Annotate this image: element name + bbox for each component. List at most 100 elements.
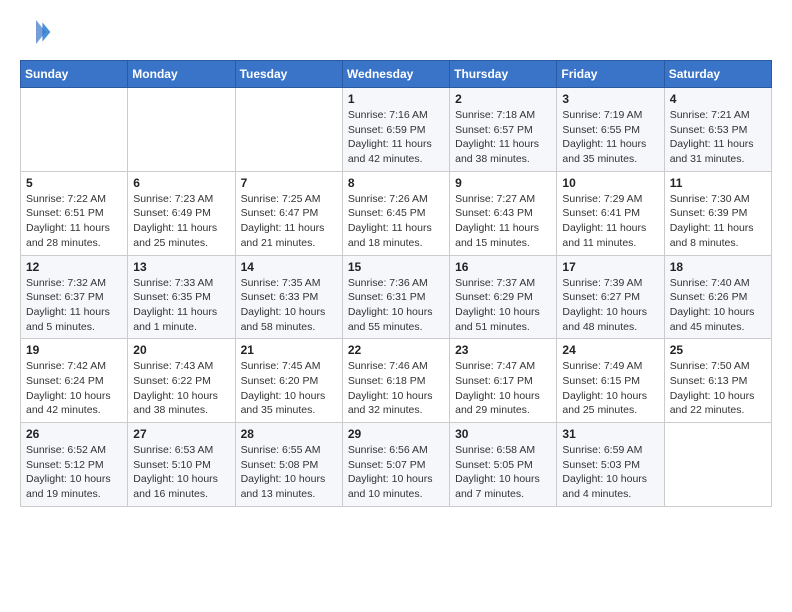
day-info: Sunrise: 6:56 AMSunset: 5:07 PMDaylight:… xyxy=(348,443,444,502)
calendar-week-5: 26 Sunrise: 6:52 AMSunset: 5:12 PMDayligh… xyxy=(21,423,772,507)
day-number: 26 xyxy=(26,427,122,441)
calendar-cell xyxy=(235,88,342,172)
day-info: Sunrise: 7:45 AMSunset: 6:20 PMDaylight:… xyxy=(241,359,337,418)
calendar-cell: 11 Sunrise: 7:30 AMSunset: 6:39 PMDayligh… xyxy=(664,171,771,255)
calendar-cell: 18 Sunrise: 7:40 AMSunset: 6:26 PMDayligh… xyxy=(664,255,771,339)
calendar: SundayMondayTuesdayWednesdayThursdayFrid… xyxy=(20,60,772,507)
day-number: 4 xyxy=(670,92,766,106)
day-number: 19 xyxy=(26,343,122,357)
calendar-cell: 4 Sunrise: 7:21 AMSunset: 6:53 PMDaylight… xyxy=(664,88,771,172)
day-number: 23 xyxy=(455,343,551,357)
day-info: Sunrise: 7:25 AMSunset: 6:47 PMDaylight:… xyxy=(241,192,337,251)
page: SundayMondayTuesdayWednesdayThursdayFrid… xyxy=(0,0,792,612)
day-info: Sunrise: 7:21 AMSunset: 6:53 PMDaylight:… xyxy=(670,108,766,167)
col-header-tuesday: Tuesday xyxy=(235,61,342,88)
calendar-week-1: 1 Sunrise: 7:16 AMSunset: 6:59 PMDaylight… xyxy=(21,88,772,172)
calendar-cell: 21 Sunrise: 7:45 AMSunset: 6:20 PMDayligh… xyxy=(235,339,342,423)
day-info: Sunrise: 6:59 AMSunset: 5:03 PMDaylight:… xyxy=(562,443,658,502)
calendar-cell: 8 Sunrise: 7:26 AMSunset: 6:45 PMDaylight… xyxy=(342,171,449,255)
day-number: 21 xyxy=(241,343,337,357)
day-number: 17 xyxy=(562,260,658,274)
day-number: 7 xyxy=(241,176,337,190)
calendar-cell: 28 Sunrise: 6:55 AMSunset: 5:08 PMDayligh… xyxy=(235,423,342,507)
day-info: Sunrise: 6:53 AMSunset: 5:10 PMDaylight:… xyxy=(133,443,229,502)
col-header-monday: Monday xyxy=(128,61,235,88)
logo xyxy=(20,16,54,48)
day-number: 25 xyxy=(670,343,766,357)
col-header-friday: Friday xyxy=(557,61,664,88)
col-header-sunday: Sunday xyxy=(21,61,128,88)
calendar-cell: 26 Sunrise: 6:52 AMSunset: 5:12 PMDayligh… xyxy=(21,423,128,507)
calendar-cell xyxy=(21,88,128,172)
day-number: 1 xyxy=(348,92,444,106)
day-info: Sunrise: 7:49 AMSunset: 6:15 PMDaylight:… xyxy=(562,359,658,418)
day-number: 9 xyxy=(455,176,551,190)
calendar-cell: 12 Sunrise: 7:32 AMSunset: 6:37 PMDayligh… xyxy=(21,255,128,339)
day-number: 28 xyxy=(241,427,337,441)
calendar-cell: 2 Sunrise: 7:18 AMSunset: 6:57 PMDaylight… xyxy=(450,88,557,172)
calendar-cell: 19 Sunrise: 7:42 AMSunset: 6:24 PMDayligh… xyxy=(21,339,128,423)
day-info: Sunrise: 7:36 AMSunset: 6:31 PMDaylight:… xyxy=(348,276,444,335)
calendar-header-row: SundayMondayTuesdayWednesdayThursdayFrid… xyxy=(21,61,772,88)
calendar-week-2: 5 Sunrise: 7:22 AMSunset: 6:51 PMDaylight… xyxy=(21,171,772,255)
day-number: 2 xyxy=(455,92,551,106)
day-number: 10 xyxy=(562,176,658,190)
day-info: Sunrise: 7:50 AMSunset: 6:13 PMDaylight:… xyxy=(670,359,766,418)
calendar-week-3: 12 Sunrise: 7:32 AMSunset: 6:37 PMDayligh… xyxy=(21,255,772,339)
calendar-cell: 22 Sunrise: 7:46 AMSunset: 6:18 PMDayligh… xyxy=(342,339,449,423)
day-number: 27 xyxy=(133,427,229,441)
day-info: Sunrise: 7:43 AMSunset: 6:22 PMDaylight:… xyxy=(133,359,229,418)
day-number: 3 xyxy=(562,92,658,106)
day-number: 20 xyxy=(133,343,229,357)
calendar-cell: 17 Sunrise: 7:39 AMSunset: 6:27 PMDayligh… xyxy=(557,255,664,339)
calendar-cell: 3Sunrise: 7:19 AMSunset: 6:55 PMDaylight… xyxy=(557,88,664,172)
day-number: 22 xyxy=(348,343,444,357)
day-info: Sunrise: 7:18 AMSunset: 6:57 PMDaylight:… xyxy=(455,108,551,167)
day-info: Sunrise: 7:46 AMSunset: 6:18 PMDaylight:… xyxy=(348,359,444,418)
calendar-cell xyxy=(664,423,771,507)
calendar-cell: 16Sunrise: 7:37 AMSunset: 6:29 PMDayligh… xyxy=(450,255,557,339)
day-number: 5 xyxy=(26,176,122,190)
calendar-cell: 14 Sunrise: 7:35 AMSunset: 6:33 PMDayligh… xyxy=(235,255,342,339)
day-number: 15 xyxy=(348,260,444,274)
calendar-cell: 9 Sunrise: 7:27 AMSunset: 6:43 PMDaylight… xyxy=(450,171,557,255)
calendar-cell: 6Sunrise: 7:23 AMSunset: 6:49 PMDaylight… xyxy=(128,171,235,255)
calendar-cell: 29 Sunrise: 6:56 AMSunset: 5:07 PMDayligh… xyxy=(342,423,449,507)
calendar-cell: 23 Sunrise: 7:47 AMSunset: 6:17 PMDayligh… xyxy=(450,339,557,423)
calendar-cell: 27 Sunrise: 6:53 AMSunset: 5:10 PMDayligh… xyxy=(128,423,235,507)
calendar-week-4: 19 Sunrise: 7:42 AMSunset: 6:24 PMDayligh… xyxy=(21,339,772,423)
day-number: 11 xyxy=(670,176,766,190)
day-info: Sunrise: 7:47 AMSunset: 6:17 PMDaylight:… xyxy=(455,359,551,418)
calendar-cell: 10Sunrise: 7:29 AMSunset: 6:41 PMDayligh… xyxy=(557,171,664,255)
calendar-cell: 20 Sunrise: 7:43 AMSunset: 6:22 PMDayligh… xyxy=(128,339,235,423)
calendar-cell: 30Sunrise: 6:58 AMSunset: 5:05 PMDayligh… xyxy=(450,423,557,507)
day-info: Sunrise: 6:55 AMSunset: 5:08 PMDaylight:… xyxy=(241,443,337,502)
day-info: Sunrise: 7:35 AMSunset: 6:33 PMDaylight:… xyxy=(241,276,337,335)
day-info: Sunrise: 7:37 AMSunset: 6:29 PMDaylight:… xyxy=(455,276,551,335)
day-number: 18 xyxy=(670,260,766,274)
day-number: 13 xyxy=(133,260,229,274)
calendar-cell: 24 Sunrise: 7:49 AMSunset: 6:15 PMDayligh… xyxy=(557,339,664,423)
logo-icon xyxy=(20,16,52,48)
calendar-cell: 5 Sunrise: 7:22 AMSunset: 6:51 PMDaylight… xyxy=(21,171,128,255)
calendar-cell: 7 Sunrise: 7:25 AMSunset: 6:47 PMDaylight… xyxy=(235,171,342,255)
col-header-wednesday: Wednesday xyxy=(342,61,449,88)
calendar-cell: 15 Sunrise: 7:36 AMSunset: 6:31 PMDayligh… xyxy=(342,255,449,339)
day-info: Sunrise: 7:40 AMSunset: 6:26 PMDaylight:… xyxy=(670,276,766,335)
day-number: 14 xyxy=(241,260,337,274)
day-info: Sunrise: 7:22 AMSunset: 6:51 PMDaylight:… xyxy=(26,192,122,251)
day-info: Sunrise: 7:39 AMSunset: 6:27 PMDaylight:… xyxy=(562,276,658,335)
day-info: Sunrise: 6:52 AMSunset: 5:12 PMDaylight:… xyxy=(26,443,122,502)
day-info: Sunrise: 7:26 AMSunset: 6:45 PMDaylight:… xyxy=(348,192,444,251)
day-number: 29 xyxy=(348,427,444,441)
day-info: Sunrise: 7:42 AMSunset: 6:24 PMDaylight:… xyxy=(26,359,122,418)
col-header-thursday: Thursday xyxy=(450,61,557,88)
day-number: 8 xyxy=(348,176,444,190)
day-info: Sunrise: 7:27 AMSunset: 6:43 PMDaylight:… xyxy=(455,192,551,251)
calendar-cell xyxy=(128,88,235,172)
day-info: Sunrise: 7:16 AMSunset: 6:59 PMDaylight:… xyxy=(348,108,444,167)
day-number: 12 xyxy=(26,260,122,274)
day-info: Sunrise: 7:30 AMSunset: 6:39 PMDaylight:… xyxy=(670,192,766,251)
day-number: 24 xyxy=(562,343,658,357)
day-info: Sunrise: 7:32 AMSunset: 6:37 PMDaylight:… xyxy=(26,276,122,335)
